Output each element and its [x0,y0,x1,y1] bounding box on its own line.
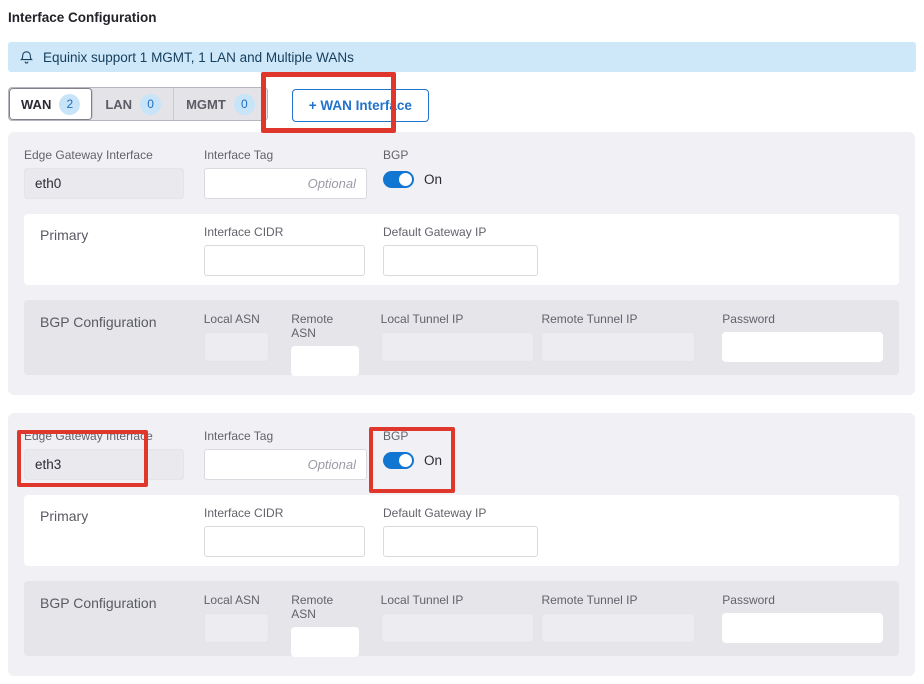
bgp-label: BGP [383,148,442,162]
primary-section-title: Primary [40,506,204,524]
page-title: Interface Configuration [8,10,924,25]
bgp-toggle-state: On [424,172,442,187]
bgp-configuration-section: BGP Configuration Local ASN Remote ASN L… [24,581,899,656]
bell-icon [20,50,33,65]
banner-text: Equinix support 1 MGMT, 1 LAN and Multip… [43,50,354,65]
edge-gateway-interface-field: Edge Gateway Interface eth3 [24,429,184,480]
local-asn-field: Local ASN [204,312,269,362]
local-tunnel-ip-input-disabled [381,332,535,362]
remote-asn-label: Remote ASN [291,312,358,340]
edge-gateway-interface-field: Edge Gateway Interface eth0 [24,148,184,199]
bgp-label: BGP [383,429,442,443]
bgp-toggle-state: On [424,453,442,468]
edge-gateway-interface-label: Edge Gateway Interface [24,148,184,162]
default-gateway-ip-field: Default Gateway IP [383,225,538,276]
tab-lan-label: LAN [105,97,132,112]
info-banner: Equinix support 1 MGMT, 1 LAN and Multip… [8,42,916,72]
primary-section: Primary Interface CIDR Default Gateway I… [24,214,899,285]
tab-mgmt-count-badge: 0 [234,94,255,115]
remote-tunnel-ip-field: Remote Tunnel IP [541,312,695,362]
local-asn-input-disabled [204,613,269,643]
interface-tag-input[interactable] [204,168,367,199]
default-gateway-ip-label: Default Gateway IP [383,225,538,239]
edge-gateway-interface-label: Edge Gateway Interface [24,429,184,443]
interface-cidr-input[interactable] [204,245,365,276]
local-asn-field: Local ASN [204,593,269,643]
password-label: Password [722,312,883,326]
toggle-knob [399,454,412,467]
remote-asn-input[interactable] [291,627,358,657]
bgp-configuration-section: BGP Configuration Local ASN Remote ASN L… [24,300,899,375]
remote-tunnel-ip-field: Remote Tunnel IP [541,593,695,643]
edge-gateway-interface-value: eth3 [24,449,184,480]
local-asn-label: Local ASN [204,593,269,607]
default-gateway-ip-input[interactable] [383,245,538,276]
remote-tunnel-ip-label: Remote Tunnel IP [541,312,695,326]
interface-tag-field: Interface Tag [204,429,367,480]
primary-section: Primary Interface CIDR Default Gateway I… [24,495,899,566]
interface-configuration-page: Interface Configuration Equinix support … [0,0,924,684]
interface-cidr-field: Interface CIDR [204,225,365,276]
default-gateway-ip-field: Default Gateway IP [383,506,538,557]
bgp-toggle[interactable] [383,452,414,469]
interface-tag-input[interactable] [204,449,367,480]
remote-tunnel-ip-label: Remote Tunnel IP [541,593,695,607]
interface-tag-label: Interface Tag [204,429,367,443]
local-asn-input-disabled [204,332,269,362]
interface-card-top-row: Edge Gateway Interface eth0 Interface Ta… [24,148,899,199]
password-input[interactable] [722,613,883,643]
bgp-toggle[interactable] [383,171,414,188]
interface-tag-field: Interface Tag [204,148,367,199]
interface-cidr-input[interactable] [204,526,365,557]
controls-row: WAN 2 LAN 0 MGMT 0 + WAN Interface [8,87,916,123]
local-tunnel-ip-label: Local Tunnel IP [381,312,535,326]
local-tunnel-ip-field: Local Tunnel IP [381,312,535,362]
interface-cidr-field: Interface CIDR [204,506,365,557]
interface-tag-label: Interface Tag [204,148,367,162]
tab-mgmt[interactable]: MGMT 0 [174,88,267,120]
interface-card-eth3: Edge Gateway Interface eth3 Interface Ta… [8,413,915,676]
local-tunnel-ip-field: Local Tunnel IP [381,593,535,643]
local-tunnel-ip-label: Local Tunnel IP [381,593,535,607]
interface-card-eth0: Edge Gateway Interface eth0 Interface Ta… [8,132,915,395]
remote-asn-label: Remote ASN [291,593,358,621]
remote-tunnel-ip-input-disabled [541,332,695,362]
remote-asn-field: Remote ASN [291,312,358,376]
tab-lan[interactable]: LAN 0 [93,88,174,120]
tab-lan-count-badge: 0 [140,94,161,115]
bgp-configuration-title: BGP Configuration [40,593,204,611]
remote-asn-input[interactable] [291,346,358,376]
remote-asn-field: Remote ASN [291,593,358,657]
password-label: Password [722,593,883,607]
local-tunnel-ip-input-disabled [381,613,535,643]
default-gateway-ip-label: Default Gateway IP [383,506,538,520]
password-field: Password [722,312,883,362]
tab-wan-count-badge: 2 [59,94,80,115]
edge-gateway-interface-value: eth0 [24,168,184,199]
default-gateway-ip-input[interactable] [383,526,538,557]
bgp-toggle-field: BGP On [383,148,442,188]
add-wan-interface-button[interactable]: + WAN Interface [292,89,429,122]
password-field: Password [722,593,883,643]
tab-wan-label: WAN [21,97,51,112]
tab-mgmt-label: MGMT [186,97,226,112]
bgp-toggle-field: BGP On [383,429,442,469]
interface-cidr-label: Interface CIDR [204,506,365,520]
interface-tabs: WAN 2 LAN 0 MGMT 0 [8,87,268,121]
interface-cidr-label: Interface CIDR [204,225,365,239]
bgp-configuration-title: BGP Configuration [40,312,204,330]
interface-card-top-row: Edge Gateway Interface eth3 Interface Ta… [24,429,899,480]
primary-section-title: Primary [40,225,204,243]
remote-tunnel-ip-input-disabled [541,613,695,643]
tab-wan[interactable]: WAN 2 [9,88,93,120]
local-asn-label: Local ASN [204,312,269,326]
password-input[interactable] [722,332,883,362]
toggle-knob [399,173,412,186]
